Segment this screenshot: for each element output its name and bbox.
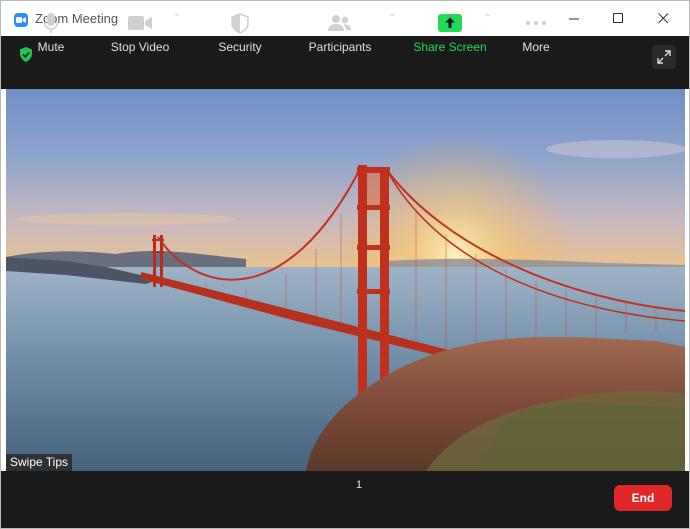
minimize-button[interactable] xyxy=(552,1,596,36)
shield-icon xyxy=(231,8,249,38)
security-label: Security xyxy=(218,40,262,54)
end-meeting-button[interactable]: End xyxy=(614,485,672,511)
share-screen-label: Share Screen xyxy=(413,40,487,54)
golden-gate-bridge-scene xyxy=(6,89,685,471)
meeting-toolbar xyxy=(1,471,689,528)
stop-video-button[interactable]: Stop Video xyxy=(109,1,171,58)
maximize-icon xyxy=(612,13,623,23)
more-dots-icon xyxy=(525,8,547,38)
caret-up-icon[interactable]: ⌃ xyxy=(388,13,396,24)
participants-label: Participants xyxy=(308,40,372,54)
stop-video-label: Stop Video xyxy=(110,40,170,54)
more-button[interactable]: More xyxy=(516,1,556,58)
microphone-icon xyxy=(43,8,59,38)
mute-label: Mute xyxy=(37,40,65,54)
minimize-icon xyxy=(568,18,579,20)
fullscreen-button[interactable] xyxy=(652,45,676,69)
participants-icon xyxy=(327,8,353,38)
swipe-tips-label[interactable]: Swipe Tips xyxy=(6,454,73,471)
close-icon xyxy=(657,13,668,24)
video-feed xyxy=(6,89,685,471)
participants-count: 1 xyxy=(356,479,363,491)
fullscreen-icon xyxy=(657,50,671,64)
security-button[interactable]: Security xyxy=(215,1,265,58)
close-button[interactable] xyxy=(641,1,685,36)
zoom-meeting-window: Zoom Meeting Swipe Tips Mute ⌃ Stop Vide… xyxy=(0,0,690,529)
caret-up-icon[interactable]: ⌃ xyxy=(78,13,86,24)
maximize-button[interactable] xyxy=(596,1,640,36)
video-camera-icon xyxy=(127,8,153,38)
caret-up-icon[interactable]: ⌃ xyxy=(483,13,491,24)
share-screen-button[interactable]: Share Screen xyxy=(413,1,487,58)
more-label: More xyxy=(522,40,550,54)
mute-button[interactable]: Mute xyxy=(29,1,73,58)
zoom-app-icon xyxy=(14,13,28,27)
share-screen-icon xyxy=(438,8,462,38)
caret-up-icon[interactable]: ⌃ xyxy=(173,13,181,24)
participants-button[interactable]: Participants xyxy=(307,1,373,58)
